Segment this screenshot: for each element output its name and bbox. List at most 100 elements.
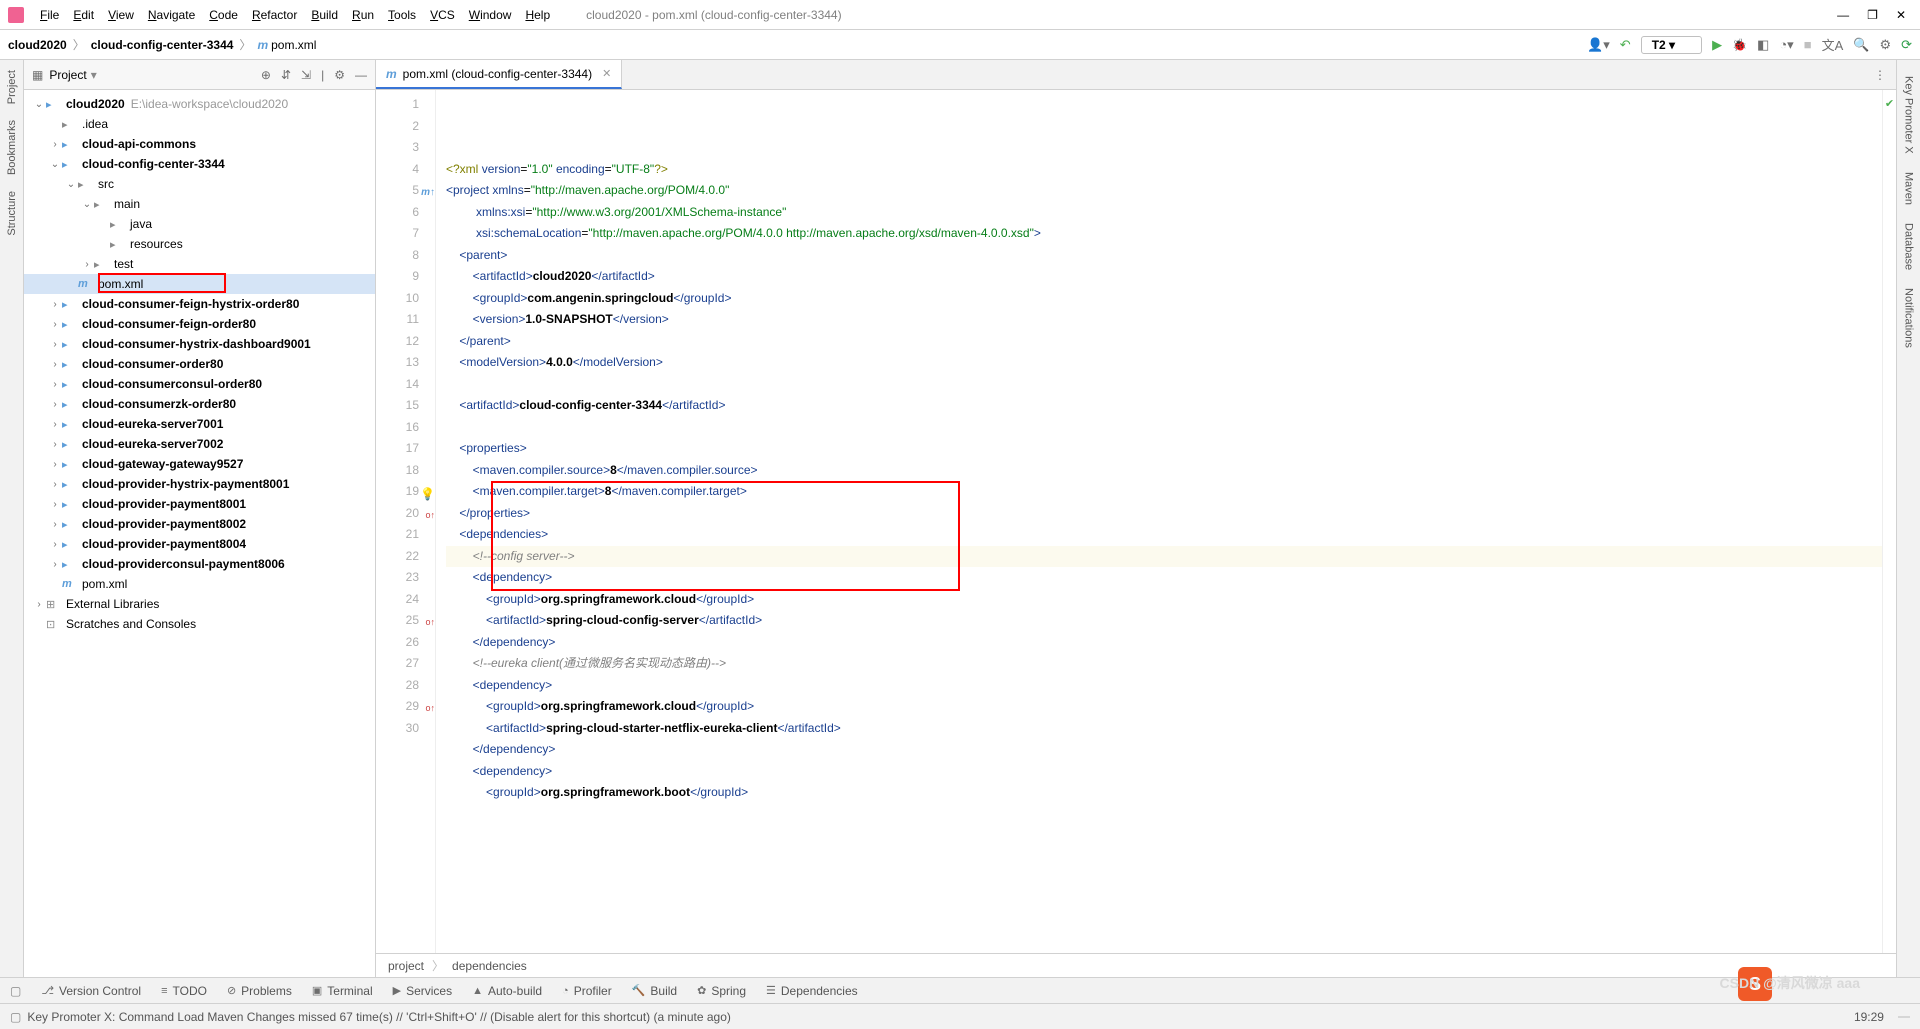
run-button[interactable]: ▶: [1712, 37, 1722, 53]
project-tree[interactable]: ⌄▸cloud2020E:\idea-workspace\cloud2020▸.…: [24, 90, 375, 977]
editor-breadcrumb: project〉dependencies: [376, 953, 1896, 977]
tree-item[interactable]: ›▸cloud-eureka-server7002: [24, 434, 375, 454]
tree-item[interactable]: ›▸cloud-consumer-order80: [24, 354, 375, 374]
editor-tab[interactable]: m pom.xml (cloud-config-center-3344) ✕: [376, 60, 622, 89]
tree-item[interactable]: ⌄▸cloud2020E:\idea-workspace\cloud2020: [24, 94, 375, 114]
menu-view[interactable]: View: [102, 5, 140, 25]
select-opened-icon[interactable]: ⊕: [261, 68, 271, 82]
tree-item[interactable]: mpom.xml: [24, 274, 375, 294]
menu-build[interactable]: Build: [305, 5, 344, 25]
tool-window-icon[interactable]: ▢: [10, 984, 21, 998]
tool-services[interactable]: ▶Services: [393, 984, 452, 998]
side-tool-key-promoter-x[interactable]: Key Promoter X: [1903, 76, 1915, 154]
side-tool-bookmarks[interactable]: Bookmarks: [6, 120, 18, 175]
error-stripe[interactable]: ✔: [1882, 90, 1896, 953]
tree-item[interactable]: ›▸cloud-consumerzk-order80: [24, 394, 375, 414]
window-title: cloud2020 - pom.xml (cloud-config-center…: [586, 8, 841, 22]
menu-edit[interactable]: Edit: [67, 5, 100, 25]
tree-item[interactable]: ›▸cloud-eureka-server7001: [24, 414, 375, 434]
tree-item[interactable]: ›▸cloud-consumer-feign-order80: [24, 314, 375, 334]
users-icon[interactable]: 👤▾: [1587, 37, 1610, 53]
breadcrumb-item[interactable]: mpom.xml: [257, 38, 316, 52]
settings-icon[interactable]: ⚙: [334, 68, 345, 82]
tree-item[interactable]: ›▸cloud-consumerconsul-order80: [24, 374, 375, 394]
breadcrumb-item[interactable]: cloud-config-center-3344: [91, 38, 234, 52]
tree-item[interactable]: ›▸cloud-provider-payment8004: [24, 534, 375, 554]
side-tool-notifications[interactable]: Notifications: [1903, 288, 1915, 348]
stop-button[interactable]: ■: [1804, 37, 1812, 52]
menu-tools[interactable]: Tools: [382, 5, 422, 25]
crumb-item[interactable]: dependencies: [452, 959, 527, 973]
crumb-item[interactable]: project: [388, 959, 424, 973]
side-tool-maven[interactable]: Maven: [1903, 172, 1915, 205]
tree-item[interactable]: ⌄▸cloud-config-center-3344: [24, 154, 375, 174]
project-tool-window: ▦ Project ▾ ⊕ ⇵ ⇲ | ⚙ — ⌄▸cloud2020E:\id…: [24, 60, 376, 977]
bulb-icon[interactable]: 💡: [420, 484, 435, 506]
back-arrow-icon[interactable]: ↶: [1620, 37, 1631, 53]
tree-item[interactable]: ⌄▸main: [24, 194, 375, 214]
tree-item[interactable]: ⊡Scratches and Consoles: [24, 614, 375, 634]
sync-icon[interactable]: ⟳: [1901, 37, 1912, 53]
hide-icon[interactable]: —: [355, 68, 367, 82]
tree-item[interactable]: ›▸cloud-gateway-gateway9527: [24, 454, 375, 474]
collapse-all-icon[interactable]: ⇲: [301, 68, 311, 82]
breadcrumb-item[interactable]: cloud2020: [8, 38, 67, 52]
dropdown-icon[interactable]: ▾: [91, 68, 97, 82]
tree-item[interactable]: mpom.xml: [24, 574, 375, 594]
tool-dependencies[interactable]: ☰Dependencies: [766, 984, 858, 998]
tree-item[interactable]: ⌄▸src: [24, 174, 375, 194]
coverage-button[interactable]: ◧: [1757, 37, 1769, 53]
tool-version-control[interactable]: ⎇Version Control: [41, 984, 141, 998]
tree-item[interactable]: ›▸test: [24, 254, 375, 274]
tool-problems[interactable]: ⊘Problems: [227, 984, 292, 998]
close-tab-icon[interactable]: ✕: [602, 67, 611, 80]
translate-icon[interactable]: 文A: [1822, 35, 1844, 54]
project-label: Project: [49, 68, 86, 82]
tree-item[interactable]: ›▸cloud-provider-payment8002: [24, 514, 375, 534]
profile-button[interactable]: ◔▾: [1779, 37, 1793, 53]
debug-button[interactable]: 🐞: [1732, 38, 1747, 52]
tool-auto-build[interactable]: ▲Auto-build: [472, 984, 542, 998]
app-logo-icon: [8, 7, 24, 23]
tree-item[interactable]: ›▸cloud-provider-hystrix-payment8001: [24, 474, 375, 494]
menu-window[interactable]: Window: [463, 5, 518, 25]
code-content[interactable]: <?xml version="1.0" encoding="UTF-8"?><p…: [436, 90, 1882, 953]
tool-terminal[interactable]: ▣Terminal: [312, 984, 373, 998]
settings-icon[interactable]: ⚙: [1879, 37, 1891, 53]
tree-item[interactable]: ›▸cloud-consumer-hystrix-dashboard9001: [24, 334, 375, 354]
tree-item[interactable]: ›▸cloud-providerconsul-payment8006: [24, 554, 375, 574]
menu-code[interactable]: Code: [203, 5, 244, 25]
breadcrumb-sep: 〉: [73, 36, 85, 53]
minimize-button[interactable]: —: [1837, 8, 1849, 22]
menu-help[interactable]: Help: [519, 5, 556, 25]
menu-navigate[interactable]: Navigate: [142, 5, 201, 25]
side-tool-project[interactable]: Project: [6, 70, 18, 104]
side-tool-database[interactable]: Database: [1903, 223, 1915, 270]
search-icon[interactable]: 🔍: [1853, 37, 1869, 53]
toolbar-right: 👤▾ ↶ T2 ▾ ▶ 🐞 ◧ ◔▾ ■ 文A 🔍 ⚙ ⟳: [1587, 35, 1912, 54]
left-tool-stripe: Project Bookmarks Structure: [0, 60, 24, 977]
status-time: 19:29: [1854, 1010, 1884, 1024]
tree-item[interactable]: ▸.idea: [24, 114, 375, 134]
tool-spring[interactable]: ✿Spring: [697, 984, 746, 998]
menu-run[interactable]: Run: [346, 5, 380, 25]
run-config-selector[interactable]: T2 ▾: [1641, 36, 1702, 54]
menu-file[interactable]: File: [34, 5, 65, 25]
tree-item[interactable]: ›⊞External Libraries: [24, 594, 375, 614]
close-button[interactable]: ✕: [1896, 8, 1906, 22]
side-tool-structure[interactable]: Structure: [6, 191, 18, 236]
menu-vcs[interactable]: VCS: [424, 5, 461, 25]
code-editor[interactable]: 12345m↑678910111213141516171819💡20o↑2122…: [376, 90, 1896, 953]
tree-item[interactable]: ›▸cloud-provider-payment8001: [24, 494, 375, 514]
expand-all-icon[interactable]: ⇵: [281, 68, 291, 82]
tool-profiler[interactable]: ◔Profiler: [562, 984, 612, 998]
tab-menu-icon[interactable]: ⋮: [1864, 68, 1896, 82]
tree-item[interactable]: ›▸cloud-consumer-feign-hystrix-order80: [24, 294, 375, 314]
tree-item[interactable]: ▸java: [24, 214, 375, 234]
tool-todo[interactable]: ≡TODO: [161, 984, 207, 998]
tree-item[interactable]: ›▸cloud-api-commons: [24, 134, 375, 154]
tool-build[interactable]: 🔨Build: [632, 984, 677, 998]
maximize-button[interactable]: ❐: [1867, 8, 1878, 22]
tree-item[interactable]: ▸resources: [24, 234, 375, 254]
menu-refactor[interactable]: Refactor: [246, 5, 303, 25]
